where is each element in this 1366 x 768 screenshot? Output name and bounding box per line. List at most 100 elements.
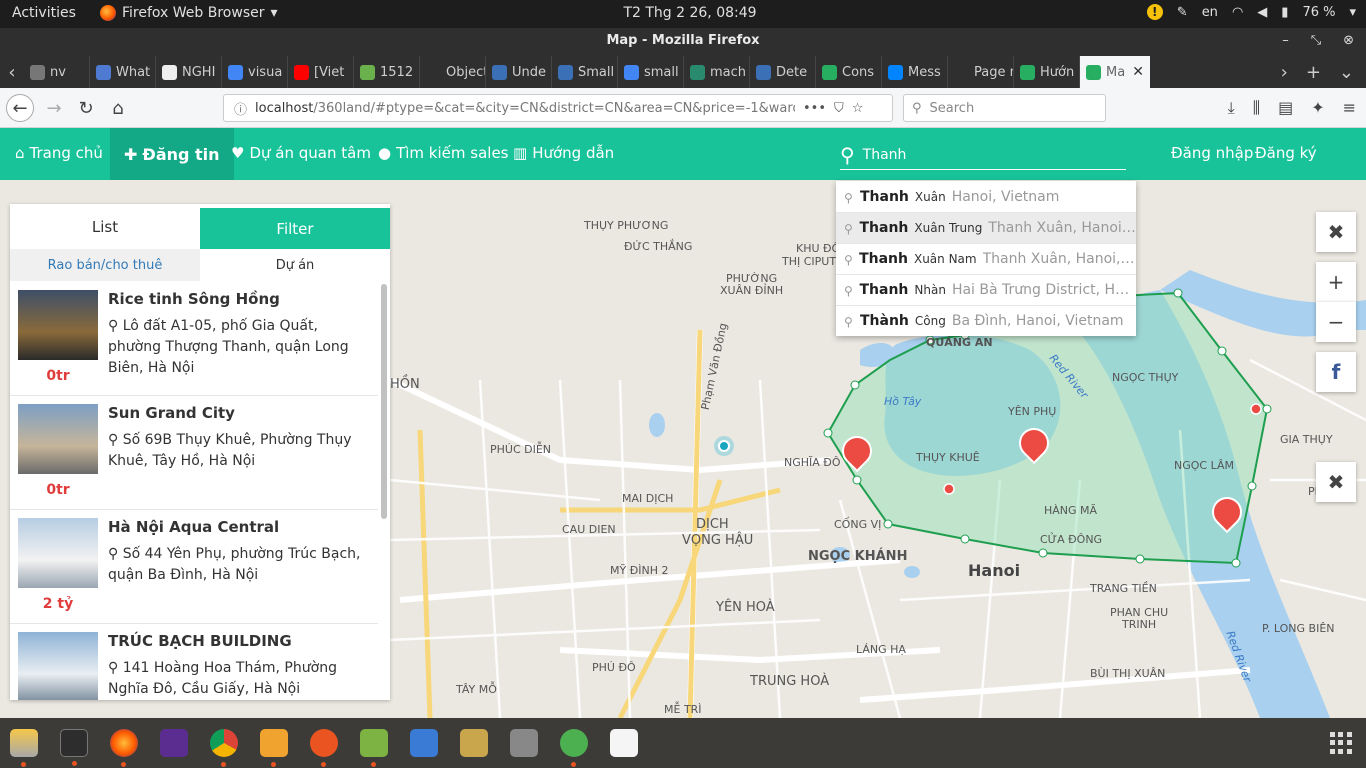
page-actions-icon[interactable]: ••• (803, 101, 826, 116)
browser-tab[interactable]: Object D (420, 56, 486, 88)
android-studio-icon[interactable] (360, 729, 388, 767)
close-tab-icon[interactable]: ✕ (1132, 64, 1144, 80)
tab-filter[interactable]: Filter (200, 208, 390, 249)
caret-down-icon[interactable]: ▾ (1349, 5, 1356, 20)
clock[interactable]: T2 Thg 2 26, 08:49 (620, 5, 760, 21)
listing-thumbnail[interactable] (18, 290, 98, 360)
browser-tab[interactable]: [Viet (288, 56, 354, 88)
browser-tab[interactable]: 1512 (354, 56, 420, 88)
restore-icon[interactable]: ⤡ (1311, 28, 1321, 54)
new-tab-icon[interactable]: + (1306, 62, 1321, 83)
back-button[interactable]: ← (6, 94, 34, 122)
autocomplete-item[interactable]: ⚲ Thành Công Ba Đình, Hanoi, Vietnam (836, 305, 1136, 336)
settings-icon[interactable] (560, 729, 588, 767)
listing-thumbnail[interactable] (18, 518, 98, 588)
browser-tab[interactable]: small (618, 56, 684, 88)
tab-scroll-left-icon[interactable]: ‹ (0, 56, 24, 88)
volume-icon[interactable]: ◀ (1257, 5, 1267, 20)
terminal-icon[interactable] (60, 729, 88, 766)
info-icon[interactable]: ⓘ (234, 99, 247, 118)
home-button[interactable]: ⌂ (104, 94, 132, 122)
listing-thumbnail[interactable] (18, 632, 98, 700)
system-monitor-icon[interactable] (410, 729, 438, 757)
nav-guide[interactable]: ▥ Hướng dẫn (513, 144, 614, 162)
tab-active[interactable]: Ma ✕ (1080, 56, 1150, 88)
warning-icon[interactable]: ! (1146, 4, 1163, 20)
close-window-icon[interactable]: ⊗ (1343, 28, 1354, 54)
browser-tab[interactable]: Cons (816, 56, 882, 88)
battery-icon[interactable]: ▮ (1281, 5, 1288, 20)
tab-scroll-right-icon[interactable]: › (1281, 62, 1288, 83)
sidebar-icon[interactable]: ▤ (1278, 98, 1293, 118)
rhythmbox-icon[interactable] (460, 729, 488, 757)
archive-icon[interactable] (510, 729, 538, 757)
extension-icon[interactable]: ✦ (1311, 98, 1324, 118)
show-applications-icon[interactable] (1330, 732, 1352, 754)
listing-item[interactable]: TRÚC BẠCH BUILDING ⚲ 141 Hoàng Hoa Thám, … (10, 624, 378, 700)
clipboard-icon[interactable]: ✎ (1177, 5, 1188, 20)
autocomplete-item[interactable]: ⚲ Thanh Xuân Trung Thanh Xuân, Hanoi, ... (836, 212, 1136, 243)
listing-title[interactable]: Hà Nội Aqua Central (108, 518, 279, 536)
browser-tab[interactable]: Mess (882, 56, 948, 88)
browser-tab[interactable]: nv (24, 56, 90, 88)
app-menu[interactable]: Firefox Web Browser ▾ (100, 5, 278, 21)
firefox-icon[interactable] (110, 729, 138, 767)
autocomplete-item[interactable]: ⚲ Thanh Nhàn Hai Bà Trưng District, Han... (836, 274, 1136, 305)
url-text[interactable]: localhost/360land/#ptype=&cat=&city=CN&d… (255, 101, 795, 116)
close-map-icon[interactable]: ✖ (1316, 462, 1356, 502)
clear-polygon-button[interactable]: ✖ (1316, 212, 1356, 252)
chrome-icon[interactable] (210, 729, 238, 767)
listing-title[interactable]: Sun Grand City (108, 404, 235, 422)
text-editor-icon[interactable] (610, 729, 638, 757)
browser-tab[interactable]: Unde (486, 56, 552, 88)
language-indicator[interactable]: en (1202, 5, 1218, 20)
listing-scrollbar[interactable] (381, 284, 387, 519)
browser-tab[interactable]: Dete (750, 56, 816, 88)
nav-sales[interactable]: ● Tìm kiếm sales (378, 144, 508, 162)
tab-list-icon[interactable]: ⌄ (1339, 62, 1354, 83)
menu-icon[interactable]: ≡ (1343, 98, 1356, 118)
postman-icon[interactable] (310, 729, 338, 767)
reload-button[interactable]: ↻ (72, 94, 100, 122)
system-tray[interactable]: ! ✎ en ◠ ◀ ▮ 76 % ▾ (1146, 4, 1356, 20)
minimize-icon[interactable]: – (1282, 28, 1289, 54)
tab-list[interactable]: List (10, 204, 200, 249)
browser-search-field[interactable]: ⚲ Search (903, 94, 1106, 122)
post-listing-button[interactable]: ✚ Đăng tin (110, 128, 234, 180)
zoom-out-button[interactable]: − (1316, 302, 1356, 342)
vscode-icon[interactable] (160, 729, 188, 757)
listing-title[interactable]: Rice tinh Sông Hồng (108, 290, 280, 308)
browser-tab[interactable]: Small (552, 56, 618, 88)
listing-title[interactable]: TRÚC BẠCH BUILDING (108, 632, 292, 650)
nav-interested[interactable]: ♥ Dự án quan tâm (231, 144, 371, 162)
pocket-icon[interactable]: ⛉ (834, 101, 844, 116)
browser-tab[interactable]: Page not (948, 56, 1014, 88)
download-icon[interactable]: ⤓ (1228, 98, 1235, 118)
browser-tab[interactable]: Hướn (1014, 56, 1080, 88)
library-icon[interactable]: ⫼ (1253, 98, 1260, 118)
package-manager-icon[interactable] (260, 729, 288, 767)
activities-button[interactable]: Activities (12, 5, 76, 21)
listing-thumbnail[interactable] (18, 404, 98, 474)
nav-home[interactable]: ⌂ Trang chủ (15, 144, 103, 162)
autocomplete-item[interactable]: ⚲ Thanh Xuân Nam Thanh Xuân, Hanoi, Vi... (836, 243, 1136, 274)
facebook-share-button[interactable]: f (1316, 352, 1356, 392)
location-search-value[interactable]: Thanh (863, 147, 907, 163)
autocomplete-item[interactable]: ⚲ Thanh Xuân Hanoi, Vietnam (836, 181, 1136, 212)
wifi-icon[interactable]: ◠ (1232, 5, 1243, 20)
subtab-project[interactable]: Dự án (200, 249, 390, 281)
subtab-sale-rent[interactable]: Rao bán/cho thuê (10, 249, 200, 281)
listing-item[interactable]: 2 tỷ Hà Nội Aqua Central ⚲ Số 44 Yên Phụ, … (10, 510, 378, 624)
browser-tab[interactable]: NGHI (156, 56, 222, 88)
listing-item[interactable]: 0tr Rice tinh Sông Hồng ⚲ Lô đất A1-05, ph… (10, 282, 378, 396)
login-link[interactable]: Đăng nhập (1171, 144, 1253, 162)
location-search-input[interactable]: ⚲ Thanh (840, 140, 1126, 170)
url-bar[interactable]: ⓘ localhost/360land/#ptype=&cat=&city=CN… (223, 94, 893, 122)
browser-tab[interactable]: visua (222, 56, 288, 88)
zoom-in-button[interactable]: + (1316, 262, 1356, 302)
register-link[interactable]: Đăng ký (1255, 144, 1317, 162)
listing-item[interactable]: 0tr Sun Grand City ⚲ Số 69B Thụy Khuê, Phư… (10, 396, 378, 510)
forward-button[interactable]: → (40, 94, 68, 122)
browser-tab[interactable]: mach (684, 56, 750, 88)
bookmark-star-icon[interactable]: ☆ (852, 101, 864, 116)
